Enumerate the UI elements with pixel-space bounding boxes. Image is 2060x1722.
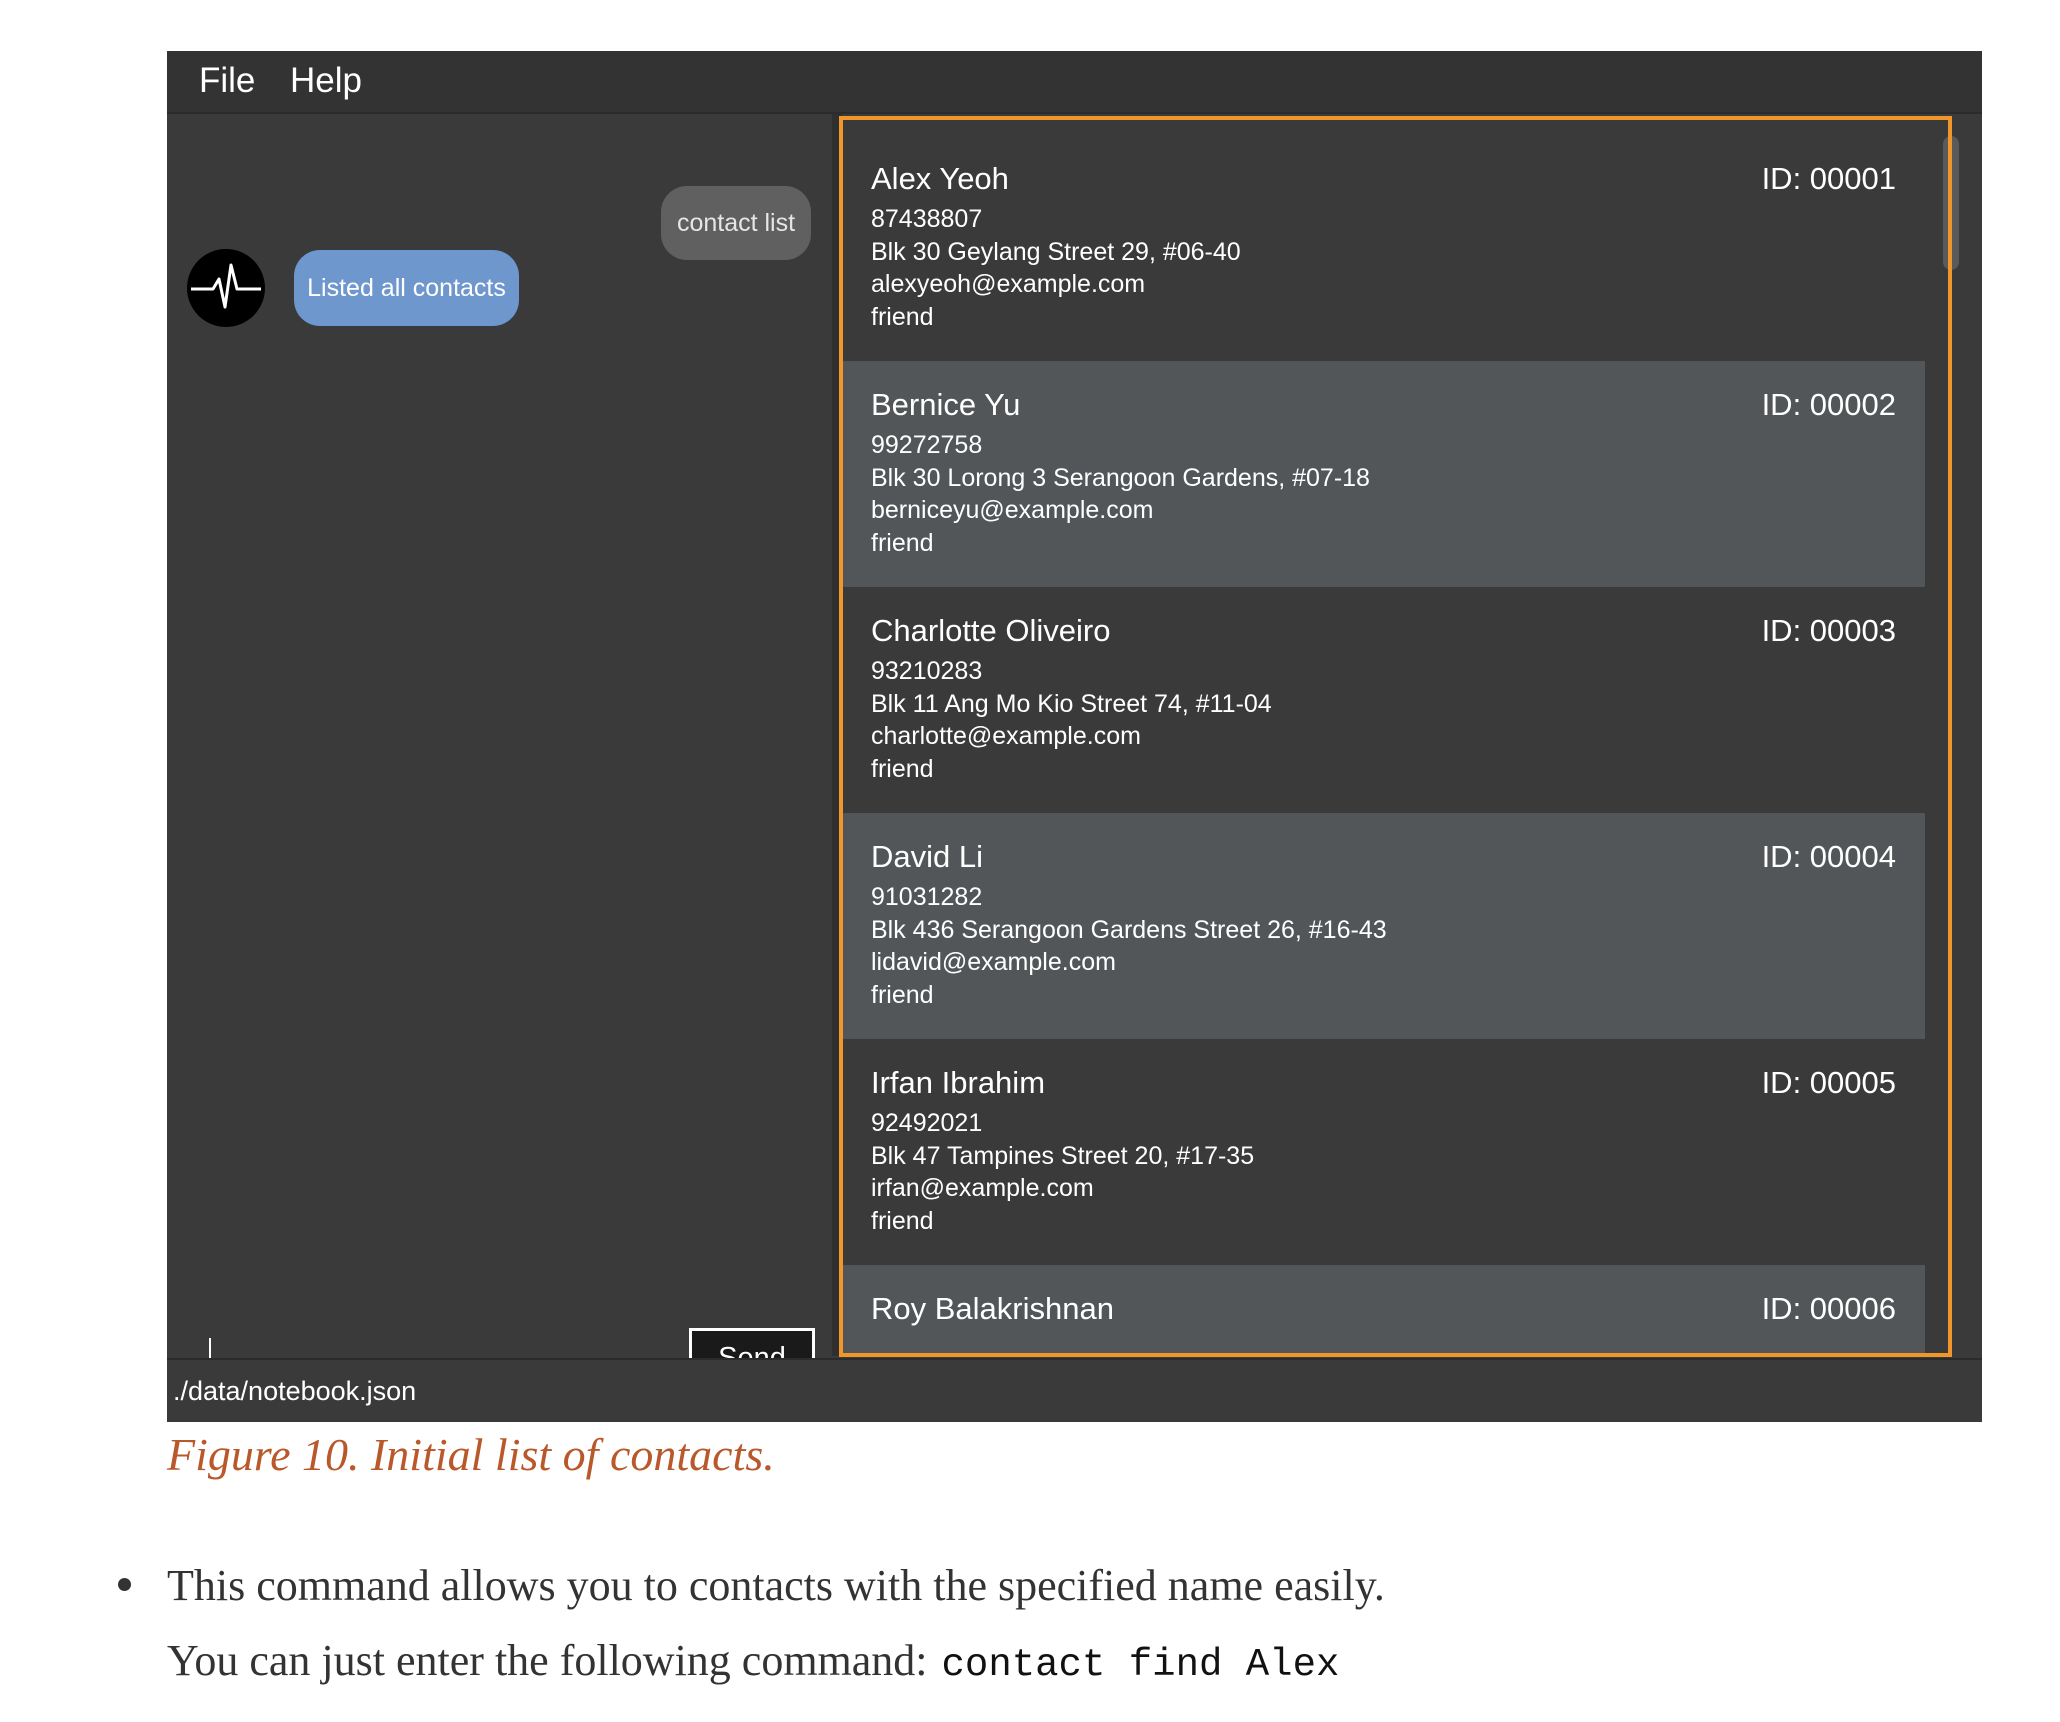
contact-id: ID: 00004	[1761, 839, 1896, 874]
contact-name: Bernice Yu	[871, 387, 1021, 422]
command-code: contact find Alex	[941, 1643, 1340, 1687]
contact-tag: friend	[871, 529, 934, 557]
contact-id: ID: 00003	[1761, 613, 1896, 648]
instruction-line: You can just enter the following command…	[167, 1635, 1339, 1687]
contact-tag: friend	[871, 755, 934, 783]
app-window: File Help contact list Listed all contac…	[167, 51, 1982, 1422]
bullet-text: This command allows you to contacts with…	[167, 1561, 1385, 1610]
menu-file[interactable]: File	[193, 57, 261, 105]
contact-email: berniceyu@example.com	[871, 496, 1154, 524]
contact-phone: 99272758	[871, 431, 983, 459]
contact-email: charlotte@example.com	[871, 722, 1141, 750]
contact-address: Blk 47 Tampines Street 20, #17-35	[871, 1142, 1255, 1170]
contact-card[interactable]: Irfan Ibrahim ID: 00005 92492021 Blk 47 …	[842, 1039, 1925, 1265]
bot-message-bubble: Listed all contacts	[294, 250, 519, 326]
contact-card[interactable]: David Li ID: 00004 91031282 Blk 436 Sera…	[842, 813, 1925, 1039]
contact-id: ID: 00002	[1761, 387, 1896, 422]
bullet-dot	[118, 1578, 131, 1591]
contact-card[interactable]: Charlotte Oliveiro ID: 00003 93210283 Bl…	[842, 587, 1925, 813]
chat-pane: contact list Listed all contacts Send	[167, 114, 832, 1389]
figure-caption: Figure 10. Initial list of contacts.	[167, 1429, 775, 1480]
contact-tag: friend	[871, 981, 934, 1009]
contact-email: lidavid@example.com	[871, 948, 1116, 976]
contact-id: ID: 00001	[1761, 161, 1896, 196]
contact-phone: 93210283	[871, 657, 983, 685]
contact-address: Blk 30 Geylang Street 29, #06-40	[871, 238, 1241, 266]
menu-help[interactable]: Help	[284, 57, 368, 105]
instruction-text: You can just enter the following command…	[167, 1636, 928, 1685]
contact-id: ID: 00005	[1761, 1065, 1896, 1100]
contact-name: Irfan Ibrahim	[871, 1065, 1046, 1100]
contact-name: Alex Yeoh	[871, 161, 1009, 196]
list-scrollbar[interactable]	[1943, 136, 1959, 270]
menu-bar: File Help	[167, 51, 1982, 114]
contact-email: irfan@example.com	[871, 1174, 1094, 1202]
contact-card[interactable]: Roy Balakrishnan ID: 00006	[842, 1265, 1925, 1356]
pane-divider[interactable]	[832, 114, 842, 1356]
contact-id: ID: 00006	[1761, 1291, 1896, 1326]
user-message-bubble: contact list	[661, 186, 811, 260]
contact-phone: 87438807	[871, 205, 983, 233]
contact-card[interactable]: Alex Yeoh ID: 00001 87438807 Blk 30 Geyl…	[842, 135, 1925, 361]
contact-tag: friend	[871, 1207, 934, 1235]
heartbeat-icon	[187, 249, 265, 327]
contact-tag: friend	[871, 303, 934, 331]
contact-address: Blk 11 Ang Mo Kio Street 74, #11-04	[871, 690, 1272, 718]
contact-name: Roy Balakrishnan	[871, 1291, 1114, 1326]
contact-name: Charlotte Oliveiro	[871, 613, 1111, 648]
data-file-path: ./data/notebook.json	[173, 1376, 417, 1406]
contact-phone: 92492021	[871, 1109, 983, 1137]
contact-address: Blk 436 Serangoon Gardens Street 26, #16…	[871, 916, 1387, 944]
status-bar: ./data/notebook.json	[167, 1358, 1982, 1422]
contact-list: Alex Yeoh ID: 00001 87438807 Blk 30 Geyl…	[842, 135, 1925, 1356]
contact-card[interactable]: Bernice Yu ID: 00002 99272758 Blk 30 Lor…	[842, 361, 1925, 587]
contact-list-pane: Alex Yeoh ID: 00001 87438807 Blk 30 Geyl…	[842, 114, 1982, 1356]
contact-phone: 91031282	[871, 883, 983, 911]
contact-name: David Li	[871, 839, 983, 874]
contact-email: alexyeoh@example.com	[871, 270, 1146, 298]
contact-address: Blk 30 Lorong 3 Serangoon Gardens, #07-1…	[871, 464, 1370, 492]
